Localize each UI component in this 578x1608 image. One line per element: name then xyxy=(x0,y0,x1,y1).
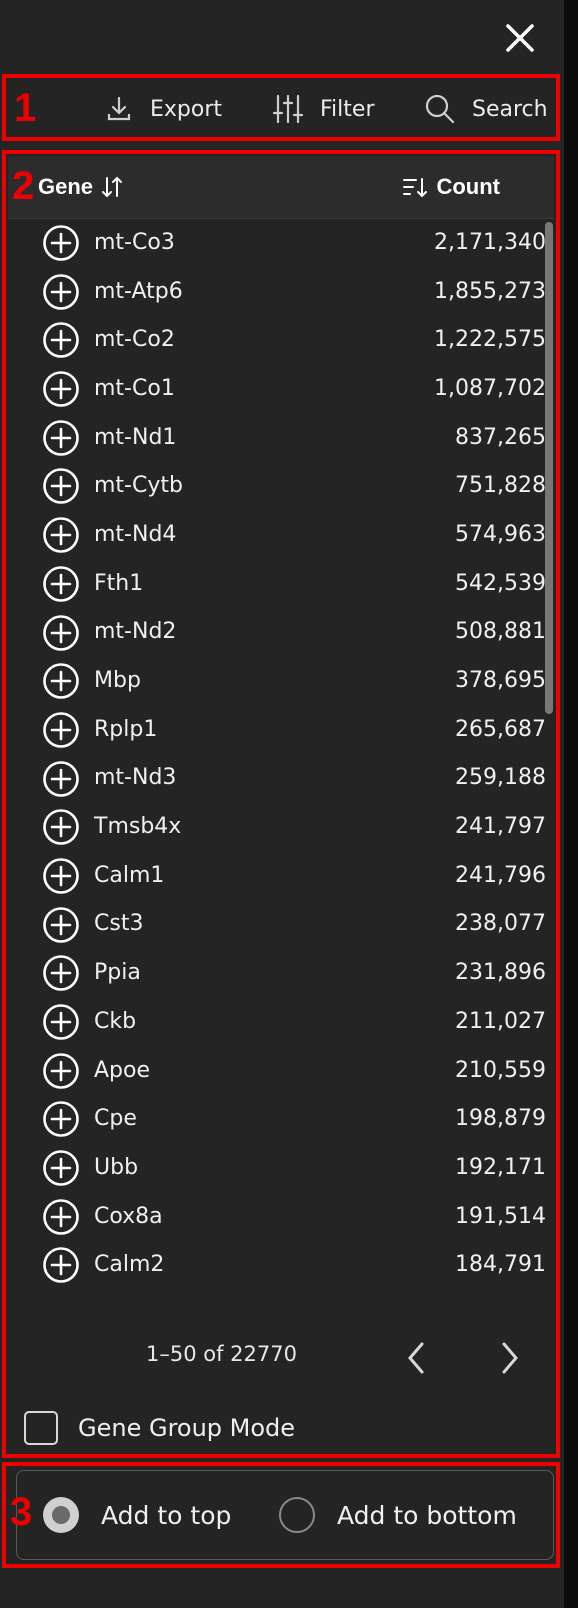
close-button[interactable] xyxy=(500,18,540,58)
annotation-box-2 xyxy=(2,150,560,1458)
annotation-box-3 xyxy=(2,1462,560,1568)
annotation-box-1 xyxy=(2,74,560,141)
annotation-number-2: 2 xyxy=(12,164,35,208)
close-icon xyxy=(506,24,534,52)
annotation-number-3: 3 xyxy=(10,1490,33,1534)
background-strip xyxy=(564,0,578,1608)
annotation-number-1: 1 xyxy=(14,86,37,130)
